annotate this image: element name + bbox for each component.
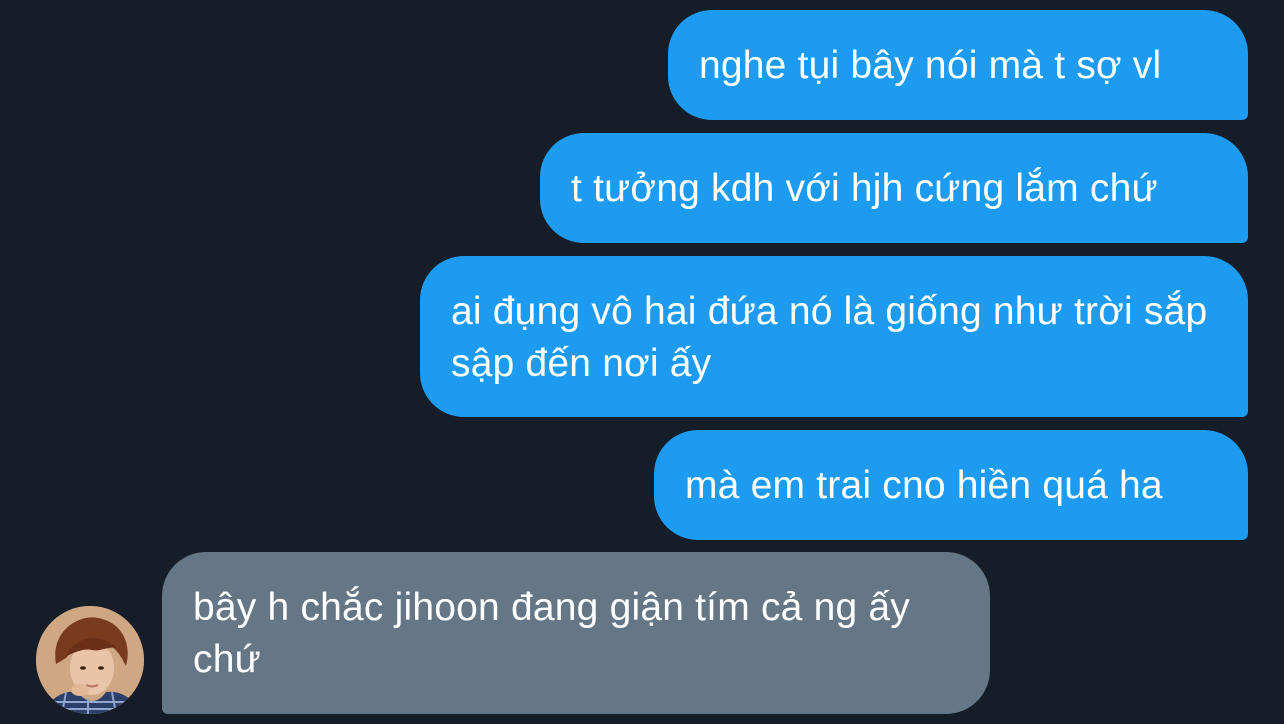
- message-bubble-incoming[interactable]: bây h chắc jihoon đang giận tím cả ng ấy…: [162, 552, 990, 714]
- message-thread: nghe tụi bây nói mà t sợ vl t tưởng kdh …: [0, 0, 1284, 724]
- message-text: ai đụng vô hai đứa nó là giống như trời …: [451, 290, 1208, 385]
- message-bubble-outgoing[interactable]: mà em trai cno hiền quá ha: [654, 430, 1248, 540]
- message-text: mà em trai cno hiền quá ha: [685, 464, 1163, 507]
- user-avatar-icon: [36, 606, 144, 714]
- sender-avatar[interactable]: [36, 606, 144, 714]
- message-text: t tưởng kdh với hjh cứng lắm chứ: [571, 167, 1158, 210]
- message-bubble-outgoing[interactable]: ai đụng vô hai đứa nó là giống như trời …: [420, 256, 1248, 417]
- message-bubble-outgoing[interactable]: nghe tụi bây nói mà t sợ vl: [668, 10, 1248, 120]
- message-text: nghe tụi bây nói mà t sợ vl: [699, 44, 1162, 87]
- message-text: bây h chắc jihoon đang giận tím cả ng ấy…: [193, 586, 910, 681]
- message-bubble-outgoing[interactable]: t tưởng kdh với hjh cứng lắm chứ: [540, 133, 1248, 243]
